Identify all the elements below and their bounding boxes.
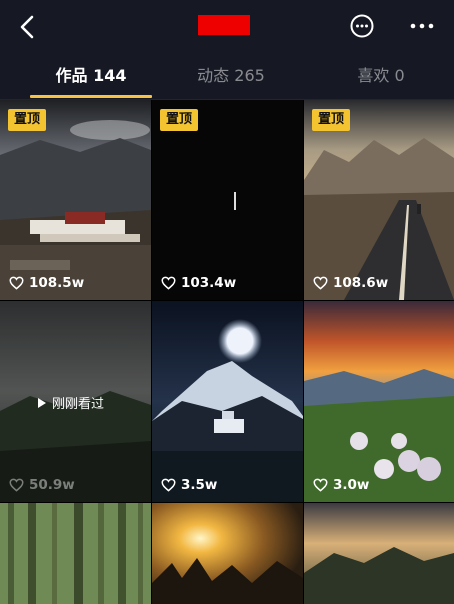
top-bar bbox=[0, 0, 454, 55]
heart-icon bbox=[161, 478, 176, 492]
like-count: 103.4w bbox=[161, 274, 236, 292]
heart-icon bbox=[313, 478, 328, 492]
back-arrow-icon[interactable] bbox=[14, 12, 42, 42]
profile-tabs: 作品 144 动态 265 喜欢 0 bbox=[0, 55, 454, 100]
video-thumbnail[interactable] bbox=[152, 503, 303, 604]
thumbnail-image bbox=[0, 503, 151, 604]
pinned-badge: 置顶 bbox=[8, 109, 47, 131]
like-count: 3.0w bbox=[313, 476, 369, 494]
like-count: 3.5w bbox=[161, 476, 217, 494]
tab-works[interactable]: 作品 144 bbox=[20, 55, 162, 99]
video-thumbnail[interactable]: 刚刚看过 50.9w bbox=[0, 301, 151, 502]
video-thumbnail[interactable]: 置顶 108.6w bbox=[304, 100, 454, 300]
play-icon bbox=[38, 397, 46, 408]
video-thumbnail[interactable]: 置顶 103.4w bbox=[152, 100, 303, 300]
heart-icon bbox=[313, 276, 328, 290]
like-count: 50.9w bbox=[9, 476, 75, 494]
chat-bubble-icon[interactable] bbox=[348, 12, 376, 40]
tab-likes[interactable]: 喜欢 0 bbox=[310, 55, 452, 99]
tab-moments[interactable]: 动态 265 bbox=[160, 55, 302, 99]
video-thumbnail[interactable] bbox=[304, 503, 454, 604]
pinned-badge: 置顶 bbox=[160, 109, 199, 131]
like-count-text: 3.0w bbox=[333, 477, 370, 493]
recently-watched-label: 刚刚看过 bbox=[38, 393, 104, 412]
active-tab-indicator bbox=[30, 95, 152, 98]
pinned-badge: 置顶 bbox=[312, 109, 351, 131]
heart-icon bbox=[9, 478, 24, 492]
like-count: 108.5w bbox=[9, 274, 84, 292]
thumbnail-image bbox=[152, 301, 303, 502]
heart-icon bbox=[9, 276, 24, 290]
thumbnail-image bbox=[304, 503, 454, 604]
heart-icon bbox=[161, 276, 176, 290]
thumbnail-image bbox=[152, 503, 303, 604]
like-count-text: 108.5w bbox=[29, 275, 85, 291]
like-count-text: 50.9w bbox=[29, 477, 75, 493]
recently-watched-text: 刚刚看过 bbox=[52, 397, 105, 412]
video-thumbnail[interactable]: 3.0w bbox=[304, 301, 454, 502]
video-thumbnail[interactable] bbox=[0, 503, 151, 604]
like-count-text: 3.5w bbox=[181, 477, 218, 493]
more-icon[interactable] bbox=[404, 12, 440, 40]
like-count: 108.6w bbox=[313, 274, 388, 292]
video-thumbnail[interactable]: 3.5w bbox=[152, 301, 303, 502]
like-count-text: 108.6w bbox=[333, 275, 389, 291]
redacted-username bbox=[198, 15, 250, 35]
like-count-text: 103.4w bbox=[181, 275, 237, 291]
video-grid: 置顶 108.5w 置顶 103.4w 置顶 108.6w 刚刚看过 50.9w… bbox=[0, 100, 454, 604]
thumbnail-image bbox=[304, 301, 454, 502]
video-thumbnail[interactable]: 置顶 108.5w bbox=[0, 100, 151, 300]
